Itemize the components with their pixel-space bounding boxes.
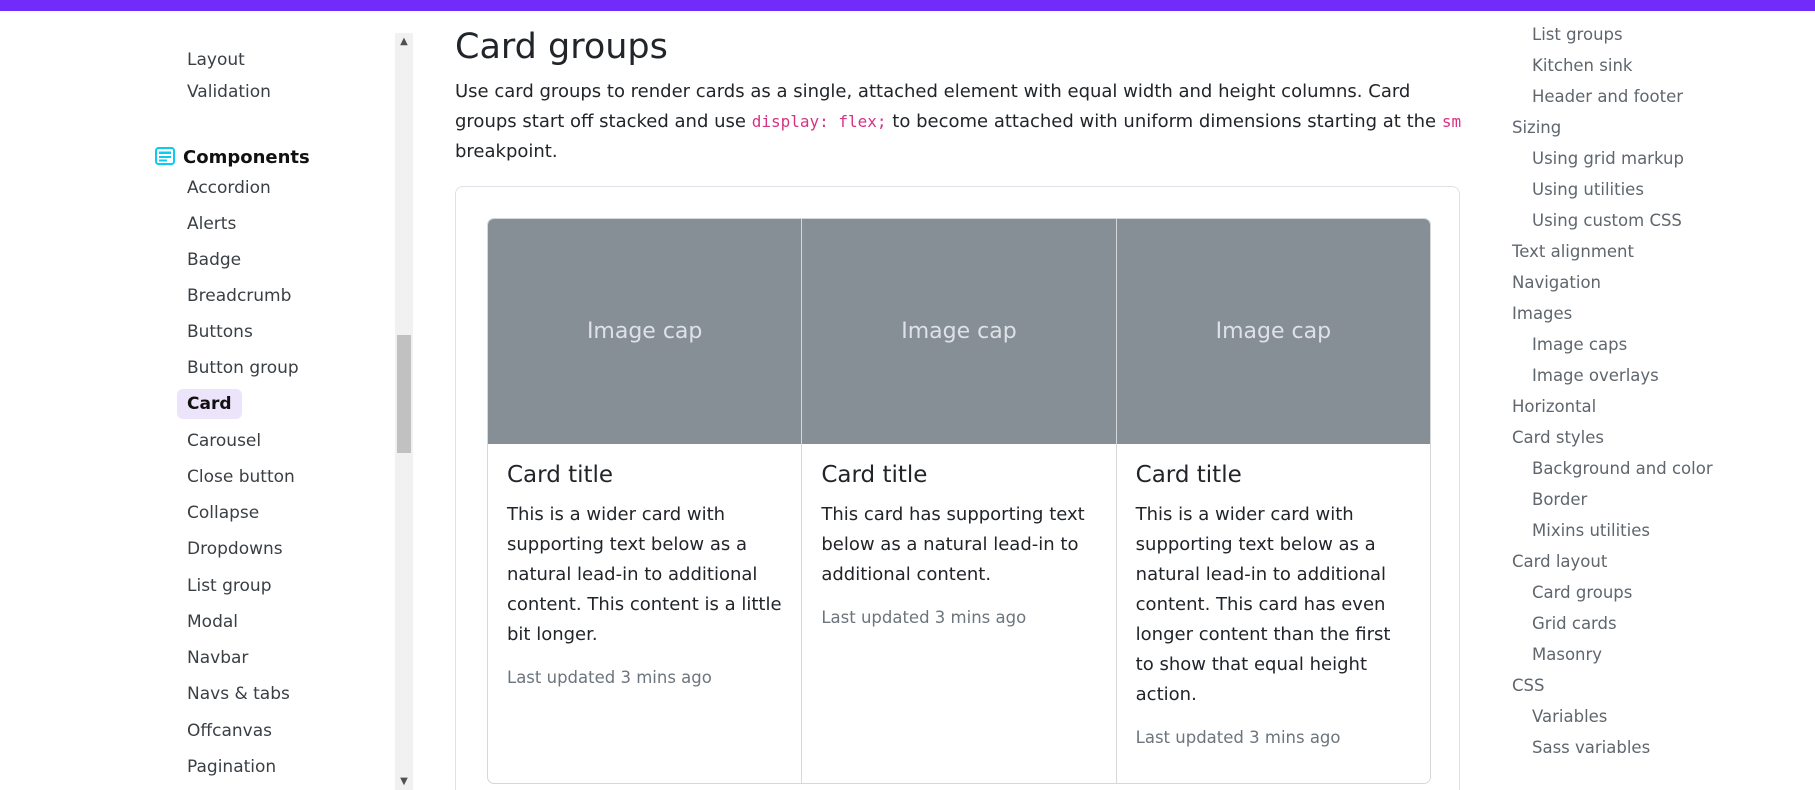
card: Image cap Card title This is a wider car… — [1116, 219, 1430, 783]
sidebar-item-accordion[interactable]: Accordion — [187, 173, 271, 203]
card-title: Card title — [507, 462, 614, 488]
toc-item[interactable]: Using utilities — [1532, 177, 1644, 203]
toc-item[interactable]: Sass variables — [1532, 735, 1650, 761]
sidebar-section-components: Components — [155, 143, 310, 173]
card-last-updated: Last updated 3 mins ago — [1135, 728, 1341, 747]
card-image-cap: Image cap — [1116, 219, 1430, 444]
toc-item[interactable]: Sizing — [1512, 115, 1561, 141]
card-body: Card title This is a wider card with sup… — [1117, 444, 1430, 765]
toc-item[interactable]: Kitchen sink — [1532, 53, 1632, 79]
intro-text-3: breakpoint. — [455, 141, 558, 162]
page-title: Card groups — [455, 27, 668, 67]
card-text: This card has supporting text below as a… — [821, 504, 1085, 585]
components-icon — [155, 146, 175, 166]
inline-code-display-flex: display: flex; — [751, 112, 887, 131]
card: Image cap Card title This card has suppo… — [802, 219, 1117, 783]
toc-item[interactable]: Mixins utilities — [1532, 518, 1650, 544]
scroll-up-arrow-icon[interactable]: ▲ — [395, 33, 413, 51]
sidebar-item-navs-tabs[interactable]: Navs & tabs — [187, 679, 290, 709]
toc-item[interactable]: Images — [1512, 301, 1572, 327]
toc-item[interactable]: Image caps — [1532, 332, 1627, 358]
sidebar-item-breadcrumb[interactable]: Breadcrumb — [187, 281, 291, 311]
scroll-down-arrow-icon[interactable]: ▼ — [395, 773, 413, 790]
toc-item[interactable]: Card styles — [1512, 425, 1604, 451]
toc-item[interactable]: Using grid markup — [1532, 146, 1684, 172]
toc-item[interactable]: Image overlays — [1532, 363, 1659, 389]
toc-item[interactable]: Text alignment — [1512, 239, 1634, 265]
sidebar-scroll-thumb[interactable] — [397, 335, 411, 453]
card-image-cap: Image cap — [488, 219, 802, 444]
sidebar-item-list-group[interactable]: List group — [187, 571, 272, 601]
sidebar-item-modal[interactable]: Modal — [187, 607, 238, 637]
card-last-updated: Last updated 3 mins ago — [821, 608, 1027, 627]
sidebar-section-label: Components — [183, 147, 310, 168]
card-text: This is a wider card with supporting tex… — [1135, 504, 1391, 705]
toc-item[interactable]: Card groups — [1532, 580, 1632, 606]
card-last-updated: Last updated 3 mins ago — [507, 668, 712, 687]
sidebar-item-collapse[interactable]: Collapse — [187, 498, 259, 528]
card-image-cap: Image cap — [802, 219, 1116, 444]
sidebar-item-alerts[interactable]: Alerts — [187, 209, 236, 239]
toc-item[interactable]: CSS — [1512, 673, 1544, 699]
toc-item[interactable]: Border — [1532, 487, 1587, 513]
toc-item[interactable]: Header and footer — [1532, 84, 1683, 110]
card-title: Card title — [1135, 462, 1242, 488]
sidebar-item-offcanvas[interactable]: Offcanvas — [187, 716, 272, 746]
sidebar-item-navbar[interactable]: Navbar — [187, 643, 248, 673]
sidebar-item-dropdowns[interactable]: Dropdowns — [187, 534, 283, 564]
toc-item[interactable]: Using custom CSS — [1532, 208, 1682, 234]
table-of-contents: List groups Kitchen sink Header and footer… — [1490, 11, 1720, 790]
sidebar-item-card[interactable]: Card — [177, 389, 242, 419]
sidebar-item-button-group[interactable]: Button group — [187, 353, 299, 383]
docs-sidebar: Layout Validation Components Accordion A… — [0, 11, 415, 790]
toc-item[interactable]: Grid cards — [1532, 611, 1617, 637]
sidebar-item-buttons[interactable]: Buttons — [187, 317, 253, 347]
sidebar-scrollbar[interactable]: ▲ ▼ — [395, 33, 413, 790]
sidebar-item-validation[interactable]: Validation — [187, 77, 271, 107]
card-text: This is a wider card with supporting tex… — [507, 504, 782, 645]
example-preview-box: Image cap Card title This is a wider car… — [455, 186, 1460, 790]
sidebar-item-carousel[interactable]: Carousel — [187, 426, 261, 456]
toc-item[interactable]: Background and color — [1532, 456, 1713, 482]
sidebar-item-close-button[interactable]: Close button — [187, 462, 295, 492]
brand-top-bar — [0, 0, 1815, 11]
toc-item[interactable]: Variables — [1532, 704, 1607, 730]
sidebar-item-pagination[interactable]: Pagination — [187, 752, 276, 782]
card-body: Card title This card has supporting text… — [802, 444, 1115, 645]
intro-text-2: to become attached with uniform dimensio… — [886, 111, 1442, 132]
card-group: Image cap Card title This is a wider car… — [487, 218, 1431, 784]
card-title: Card title — [821, 462, 928, 488]
sidebar-item-layout[interactable]: Layout — [187, 45, 245, 75]
toc-item[interactable]: Masonry — [1532, 642, 1602, 668]
sidebar-item-badge[interactable]: Badge — [187, 245, 241, 275]
toc-item[interactable]: Horizontal — [1512, 394, 1596, 420]
intro-paragraph: Use card groups to render cards as a sin… — [455, 77, 1465, 167]
inline-code-sm: sm — [1441, 112, 1462, 131]
toc-item[interactable]: Card layout — [1512, 549, 1607, 575]
toc-item[interactable]: Navigation — [1512, 270, 1601, 296]
main-content: Card groups Use card groups to render ca… — [455, 11, 1465, 790]
card: Image cap Card title This is a wider car… — [488, 219, 803, 783]
card-body: Card title This is a wider card with sup… — [488, 444, 801, 705]
toc-item[interactable]: List groups — [1532, 22, 1623, 48]
